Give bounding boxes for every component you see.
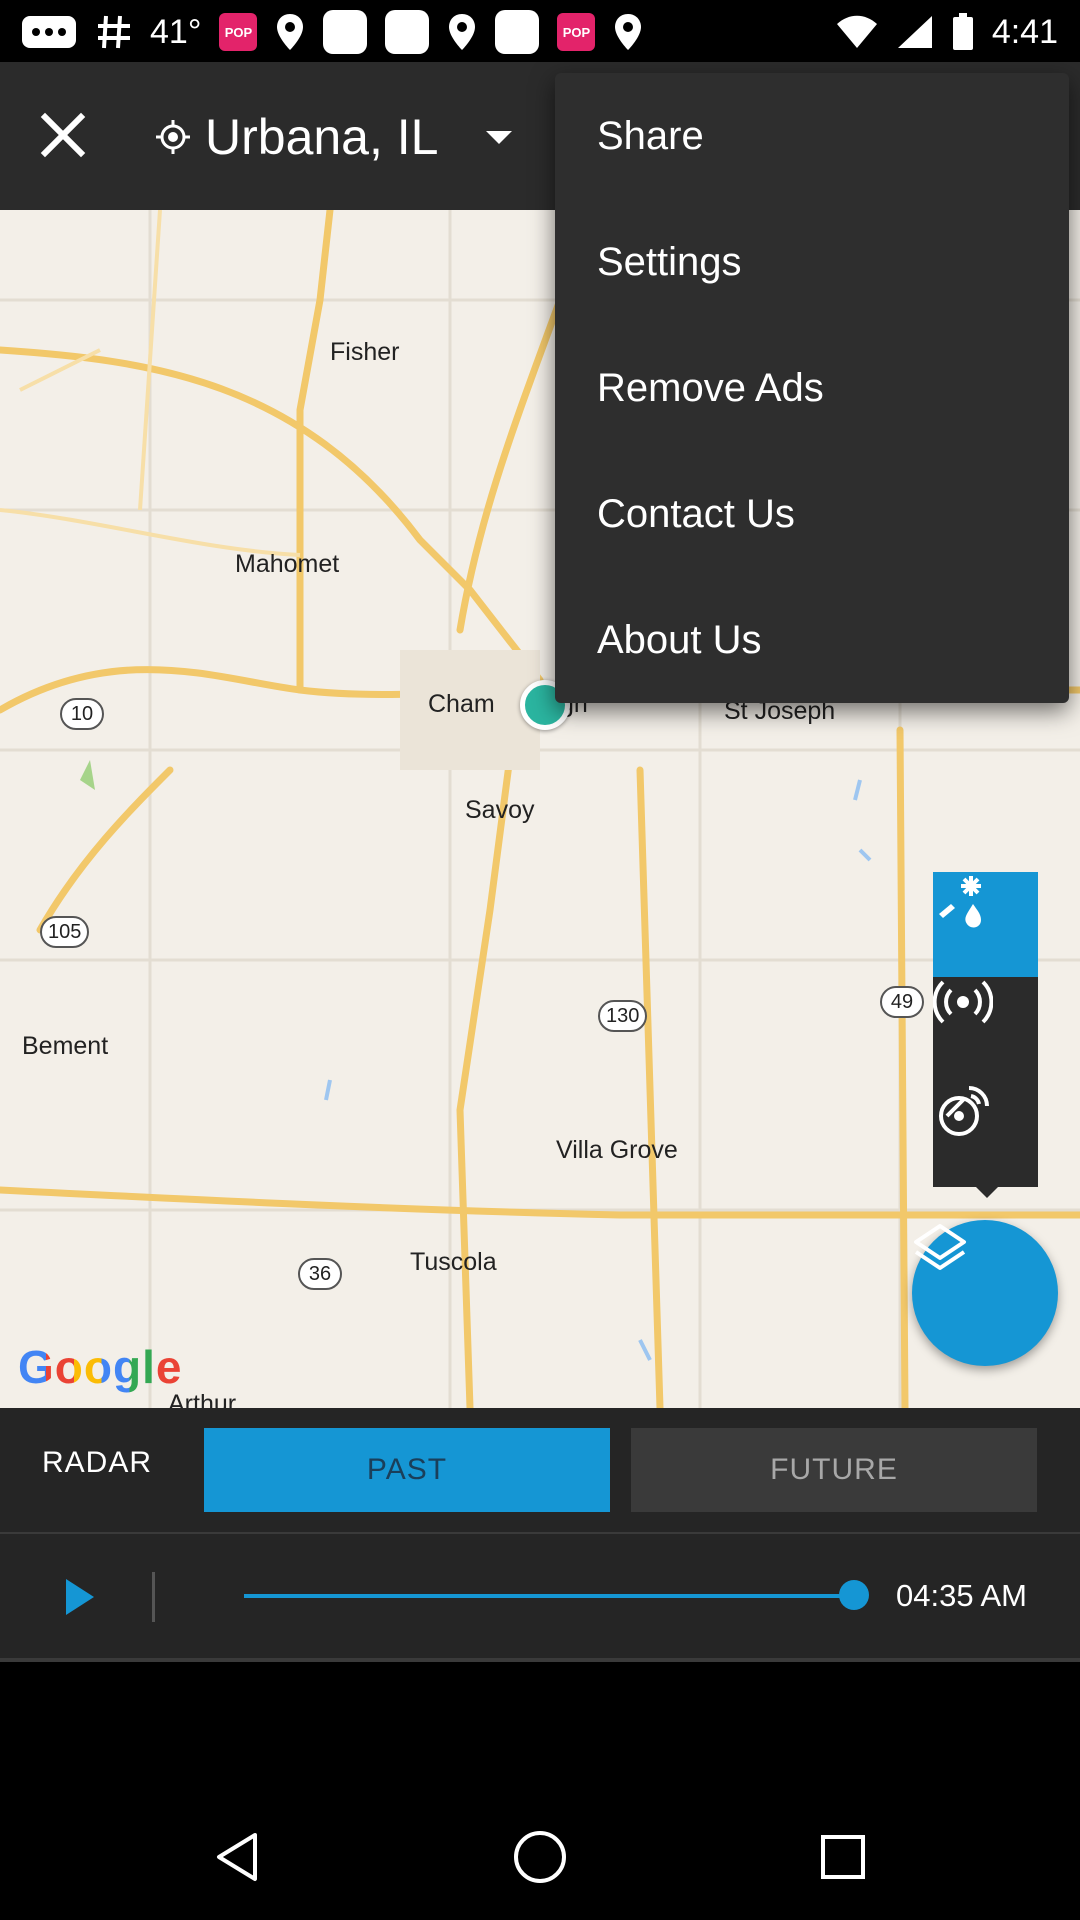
tab-past[interactable]: PAST [204,1428,610,1512]
play-icon [66,1579,94,1615]
timeline-time: 04:35 AM [896,1578,1027,1613]
signal-icon [897,16,932,48]
home-button[interactable] [505,1822,575,1892]
notification-icon [385,10,430,54]
status-bar: 41° POP POP 4:41 [0,0,1080,62]
satellite-dish-icon [939,1086,989,1136]
radar-layer-button[interactable] [933,977,1038,1082]
map-label-bement: Bement [22,1032,109,1060]
map-label-villa-grove: Villa Grove [556,1136,678,1164]
timeline-slider-track[interactable] [244,1594,854,1598]
snow-rain-icon [939,876,981,928]
recents-button[interactable] [808,1822,878,1892]
clock: 4:41 [991,12,1058,51]
menu-item-settings[interactable]: Settings [555,199,1069,325]
close-button[interactable] [30,102,96,168]
location-pin-icon [277,14,304,50]
layers-button[interactable] [912,1220,1058,1366]
divider [152,1572,155,1622]
close-icon [40,112,86,158]
route-shield: 130 [598,1000,648,1032]
google-attribution: Google [18,1341,183,1393]
precipitation-layer-button[interactable] [933,872,1038,977]
map-label-champaign: Cham [428,690,495,718]
back-icon [217,1833,257,1881]
route-shield: 49 [880,986,924,1018]
temperature: 41° [150,12,202,51]
route-shield: 10 [60,698,104,730]
hashtag-icon [98,15,130,49]
tab-future[interactable]: FUTURE [631,1428,1037,1512]
route-shield: 105 [40,916,90,948]
location-pin-icon [449,14,476,50]
location-selector[interactable]: Urbana, IL [155,102,513,172]
notification-icon [323,10,368,54]
map-label-fisher: Fisher [330,338,400,366]
menu-item-remove-ads[interactable]: Remove Ads [555,325,1069,451]
timeline-tabs: RADAR PAST FUTURE [0,1408,1080,1532]
map-label-savoy: Savoy [465,796,535,824]
satellite-layer-button[interactable] [933,1082,1038,1187]
map-label-tuscola: Tuscola [410,1248,497,1276]
timeline-slider-thumb[interactable] [839,1580,869,1610]
notification-icon [495,10,540,54]
battery-icon [952,13,973,50]
back-button[interactable] [202,1822,272,1892]
wifi-icon [836,15,877,48]
pop-app-icon: POP [219,13,258,51]
tool-pointer [975,1186,999,1198]
location-pin-icon [615,14,642,50]
layers-icon [914,1224,966,1270]
play-button[interactable] [55,1572,105,1622]
menu-item-contact-us[interactable]: Contact Us [555,451,1069,577]
pop-app-icon: POP [557,13,596,51]
overflow-menu: Share Settings Remove Ads Contact Us Abo… [555,73,1069,703]
messages-icon [22,16,76,48]
animation-player: 04:35 AM [0,1534,1080,1658]
my-location-icon [156,120,190,154]
route-shield: 36 [298,1258,342,1290]
location-name: Urbana, IL [205,109,439,165]
navigation-bar [0,1662,1080,1920]
map-label-mahomet: Mahomet [235,550,340,578]
menu-item-share[interactable]: Share [555,73,1069,199]
broadcast-icon [933,980,993,1024]
menu-item-about-us[interactable]: About Us [555,577,1069,703]
radar-label: RADAR [42,1446,153,1479]
home-icon [514,1831,566,1883]
google-logo: Google [18,1340,182,1394]
dropdown-caret-icon [486,130,513,144]
recents-icon [821,1835,865,1879]
